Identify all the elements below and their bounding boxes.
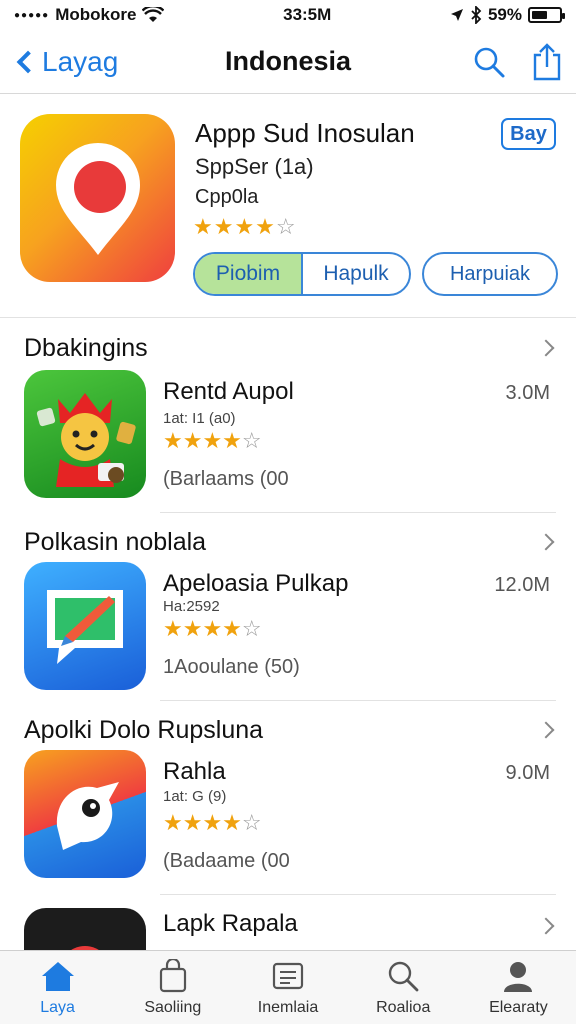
star-rating: ★★★★☆ bbox=[163, 810, 262, 836]
section-heading: Dbakingins bbox=[24, 334, 148, 362]
segment-b[interactable]: Hapulk bbox=[303, 254, 409, 294]
star-rating: ★★★★☆ bbox=[193, 214, 297, 240]
signal-icon: ●●●●● bbox=[14, 9, 50, 21]
tab-label: Elearaty bbox=[489, 999, 548, 1016]
section-3: Apolki Dolo Rupsluna Rahla 1at: G (9) ★★… bbox=[0, 704, 576, 896]
segmented-control: Piobim Hapulk bbox=[193, 252, 411, 296]
list-icon bbox=[272, 962, 304, 990]
featured-app-subtitle: SppSer (1a) bbox=[195, 154, 314, 179]
status-right: 59% bbox=[450, 5, 565, 25]
section-heading: Polkasin noblala bbox=[24, 528, 207, 556]
section-heading: Apolki Dolo Rupsluna bbox=[24, 716, 264, 744]
star-icon: ★★★★ bbox=[163, 616, 242, 641]
chevron-left-icon bbox=[16, 50, 40, 73]
back-label: Layag bbox=[42, 45, 119, 77]
chevron-right-icon[interactable] bbox=[537, 917, 555, 935]
app-icon[interactable] bbox=[24, 370, 146, 498]
star-empty-icon: ☆ bbox=[275, 214, 297, 239]
app-size: 3.0M bbox=[505, 382, 550, 404]
app-name: Rentd Aupol bbox=[163, 378, 294, 405]
app-icon[interactable] bbox=[24, 908, 146, 950]
star-icon: ★★★★ bbox=[163, 428, 242, 453]
app-icon[interactable] bbox=[24, 562, 146, 690]
location-pin-icon bbox=[55, 143, 140, 255]
chevron-right-icon[interactable] bbox=[537, 533, 555, 551]
section-4: Lapk Rapala bbox=[0, 898, 576, 950]
mascot-icon bbox=[36, 393, 136, 487]
star-empty-icon: ☆ bbox=[241, 428, 262, 453]
search-icon[interactable] bbox=[472, 45, 506, 79]
featured-app-category: Cpp0la bbox=[195, 186, 259, 208]
nav-bar: Layag Indonesia bbox=[0, 30, 576, 94]
clock: 33:5M bbox=[283, 5, 332, 24]
app-reviews: 1Aooulane (50) bbox=[163, 656, 300, 678]
divider bbox=[160, 700, 556, 701]
back-button[interactable]: Layag bbox=[14, 46, 118, 78]
star-empty-icon: ☆ bbox=[241, 810, 262, 835]
page-title: Indonesia bbox=[224, 46, 352, 76]
app-logo-icon bbox=[71, 946, 99, 950]
app-size: 9.0M bbox=[505, 762, 550, 784]
wifi-icon bbox=[142, 7, 165, 22]
star-empty-icon: ☆ bbox=[241, 616, 262, 641]
app-name: Apeloasia Pulkap bbox=[163, 570, 349, 597]
tab-label: Laya bbox=[40, 999, 75, 1016]
location-icon bbox=[450, 9, 463, 21]
home-icon bbox=[41, 962, 74, 991]
segment-a[interactable]: Piobim bbox=[195, 254, 303, 294]
secondary-button[interactable]: Harpuiak bbox=[422, 252, 558, 296]
battery-icon bbox=[528, 7, 565, 23]
star-icon: ★★★★ bbox=[193, 214, 276, 239]
battery-fill bbox=[532, 11, 548, 19]
tab-list[interactable]: Inemlaia bbox=[230, 951, 345, 1024]
chat-brush-icon bbox=[47, 590, 123, 664]
app-size: 12.0M bbox=[494, 574, 550, 596]
star-icon: ★★★★ bbox=[163, 810, 242, 835]
featured-app[interactable]: Appp Sud Inosulan SppSer (1a) Cpp0la ★★★… bbox=[0, 96, 576, 318]
battery-percent: 59% bbox=[487, 5, 522, 24]
app-reviews: (Badaame (00 bbox=[163, 850, 290, 872]
divider bbox=[160, 894, 556, 895]
get-button[interactable]: Bay bbox=[501, 118, 556, 150]
tab-label: Inemlaia bbox=[257, 999, 319, 1016]
app-meta: 1at: G (9) bbox=[163, 788, 227, 805]
tab-profile[interactable]: Elearaty bbox=[461, 951, 576, 1024]
app-meta: 1at: I1 (a0) bbox=[163, 410, 236, 427]
section-2: Polkasin noblala Apeloasia Pulkap Ha:259… bbox=[0, 516, 576, 706]
app-icon[interactable] bbox=[24, 750, 146, 878]
status-bar: ●●●●● Mobokore 33:5M 59% bbox=[0, 0, 576, 30]
featured-app-icon[interactable] bbox=[20, 114, 175, 282]
chevron-right-icon[interactable] bbox=[537, 721, 555, 739]
tab-label: Roalioa bbox=[376, 999, 431, 1016]
tab-bar: Laya Saoliing Inemlaia Roalioa Elearaty bbox=[0, 950, 576, 1024]
section-1: Dbakingins Rentd Aupol 1at: I1 (a0) ★★★★… bbox=[0, 322, 576, 514]
featured-app-title: Appp Sud Inosulan bbox=[195, 118, 415, 148]
tab-search[interactable]: Roalioa bbox=[346, 951, 461, 1024]
star-rating: ★★★★☆ bbox=[163, 428, 262, 454]
nav-actions bbox=[472, 42, 562, 81]
status-left: ●●●●● Mobokore bbox=[14, 5, 165, 25]
bag-icon bbox=[159, 959, 186, 993]
share-icon[interactable] bbox=[532, 42, 562, 81]
bluetooth-icon bbox=[471, 6, 482, 24]
star-rating: ★★★★☆ bbox=[163, 616, 262, 642]
chevron-right-icon[interactable] bbox=[537, 339, 555, 357]
divider bbox=[160, 512, 556, 513]
bird-icon bbox=[56, 782, 119, 850]
tab-shopping[interactable]: Saoliing bbox=[115, 951, 230, 1024]
tab-label: Saoliing bbox=[144, 999, 202, 1016]
tab-home[interactable]: Laya bbox=[0, 951, 115, 1024]
app-name: Lapk Rapala bbox=[163, 910, 298, 937]
person-icon bbox=[504, 962, 533, 992]
app-name: Rahla bbox=[163, 758, 226, 785]
search-icon bbox=[389, 961, 419, 992]
app-reviews: (Barlaams (00 bbox=[163, 468, 289, 490]
carrier-label: Mobokore bbox=[55, 5, 137, 24]
app-meta: Ha:2592 bbox=[163, 598, 220, 615]
